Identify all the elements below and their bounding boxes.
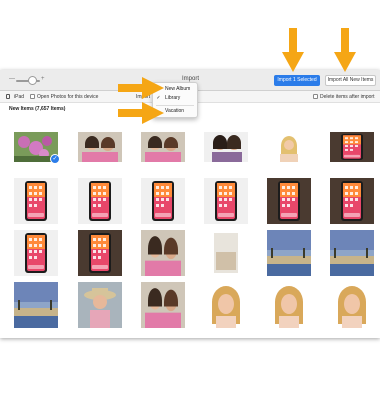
device-name: iPad xyxy=(14,94,25,100)
photo-thumbnail[interactable] xyxy=(141,132,185,162)
import-window: — + Import Import 1 Selected Import All … xyxy=(0,70,380,338)
photo-thumbnail[interactable] xyxy=(267,282,311,328)
photo-thumbnail[interactable] xyxy=(330,282,374,328)
down-arrow-icon xyxy=(334,28,356,72)
photo-thumbnail[interactable] xyxy=(204,132,248,162)
dropdown-item-label: New Album xyxy=(165,86,191,92)
delete-items-label: Delete items after import xyxy=(320,94,375,100)
photo-thumbnail[interactable] xyxy=(141,230,185,276)
checkmark-badge-icon: ✓ xyxy=(50,154,60,164)
zoom-in-icon[interactable]: + xyxy=(41,76,45,82)
open-photos-label: Open Photos for this device xyxy=(37,94,99,100)
ipad-icon xyxy=(6,94,10,99)
new-items-header: New Items (7,657 Items) xyxy=(9,106,66,112)
zoom-out-icon[interactable]: — xyxy=(9,76,15,82)
photo-thumbnail[interactable] xyxy=(267,230,311,276)
photo-thumbnail[interactable] xyxy=(204,230,248,276)
photo-thumbnail[interactable] xyxy=(267,132,311,162)
import-all-button[interactable]: Import All New Items xyxy=(325,75,376,86)
photo-thumbnail[interactable] xyxy=(78,132,122,162)
photo-thumbnail[interactable] xyxy=(330,132,374,162)
open-photos-checkbox[interactable] xyxy=(30,94,35,99)
photo-thumbnail[interactable] xyxy=(14,282,58,328)
import-selected-button[interactable]: Import 1 Selected xyxy=(274,75,320,86)
right-arrow-icon xyxy=(118,102,164,124)
photo-thumbnail[interactable] xyxy=(330,230,374,276)
dropdown-item-label: Library xyxy=(165,95,181,101)
photo-thumbnail[interactable] xyxy=(330,178,374,224)
photo-thumbnail[interactable] xyxy=(78,282,122,328)
delete-items-checkbox[interactable] xyxy=(313,94,318,99)
photo-thumbnail[interactable] xyxy=(204,282,248,328)
photo-thumbnail[interactable] xyxy=(141,282,185,328)
photo-thumbnail[interactable] xyxy=(204,178,248,224)
photo-thumbnail[interactable] xyxy=(141,178,185,224)
photo-thumbnail[interactable] xyxy=(78,178,122,224)
dropdown-item-label: Vacation xyxy=(165,108,185,114)
photo-thumbnail[interactable] xyxy=(267,178,311,224)
photo-thumbnail[interactable] xyxy=(78,230,122,276)
photo-thumbnail[interactable] xyxy=(14,178,58,224)
right-arrow-icon xyxy=(118,77,164,99)
photo-thumbnail[interactable] xyxy=(14,230,58,276)
down-arrow-icon xyxy=(282,28,304,72)
zoom-slider-thumb[interactable] xyxy=(28,76,37,85)
